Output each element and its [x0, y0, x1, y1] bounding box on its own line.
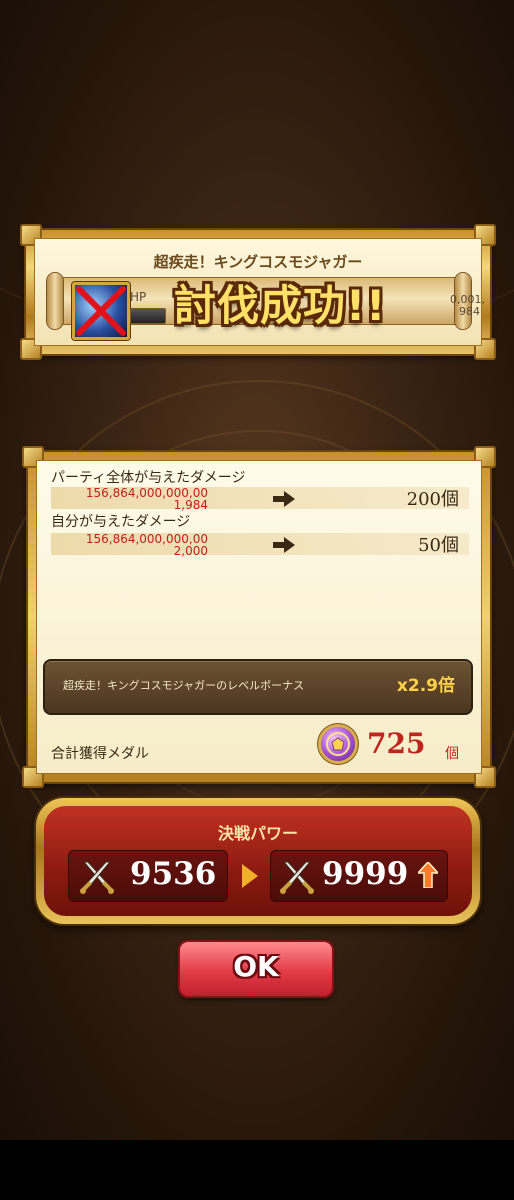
boss-name: 超疾走！キングコスモジャガー — [153, 253, 363, 271]
arrow-right-icon — [273, 537, 295, 553]
ok-button-label: OK — [233, 950, 279, 983]
rewards-panel: パーティ全体が与えたダメージ 156,864,000,000,00 1,984 … — [22, 446, 496, 788]
system-nav-bar — [0, 1140, 514, 1200]
arrow-right-icon — [273, 491, 295, 507]
hp-value: 0,001, 984 — [450, 293, 485, 318]
power-after-value: 9999 — [322, 856, 409, 892]
party-medal-count: 200個 — [406, 489, 459, 510]
power-before-box: 9536 — [68, 850, 228, 902]
boss-portrait — [72, 282, 130, 340]
level-bonus-label: 超疾走！キングコスモジャガーのレベルボーナス — [63, 679, 305, 692]
total-medals-label: 合計獲得メダル — [51, 746, 149, 762]
arrow-up-icon — [418, 862, 438, 888]
power-after-box: 9999 — [270, 850, 448, 902]
arrow-right-icon — [242, 864, 258, 888]
hp-bar — [130, 308, 166, 324]
ok-button[interactable]: OK — [180, 942, 332, 996]
battle-power-panel: 決戦パワー 9536 9999 — [36, 798, 480, 924]
power-before-value: 9536 — [130, 856, 217, 892]
defeated-x-icon — [76, 286, 126, 336]
total-medals-unit: 個 — [445, 746, 459, 762]
crossed-swords-icon — [280, 861, 314, 894]
subjugation-success-text: 討伐成功!! — [174, 281, 387, 330]
hp-label: HP — [130, 290, 147, 304]
subjugation-banner: 超疾走！キングコスモジャガー HP 討伐成功!! 0,001, 984 — [20, 224, 496, 360]
crossed-swords-icon — [80, 861, 114, 894]
self-damage-label: 自分が与えたダメージ — [51, 514, 191, 530]
party-damage-label: パーティ全体が与えたダメージ — [51, 470, 246, 486]
level-bonus-bar: 超疾走！キングコスモジャガーのレベルボーナス x2.9倍 — [43, 659, 473, 715]
level-bonus-multiplier: x2.9倍 — [396, 676, 455, 696]
total-medals-value: 725 — [367, 727, 426, 760]
medal-icon — [321, 727, 355, 761]
party-damage-value: 156,864,000,000,00 1,984 — [85, 486, 208, 512]
self-medal-count: 50個 — [418, 535, 459, 556]
self-damage-value: 156,864,000,000,00 2,000 — [85, 532, 208, 558]
battle-power-title: 決戦パワー — [217, 824, 298, 843]
